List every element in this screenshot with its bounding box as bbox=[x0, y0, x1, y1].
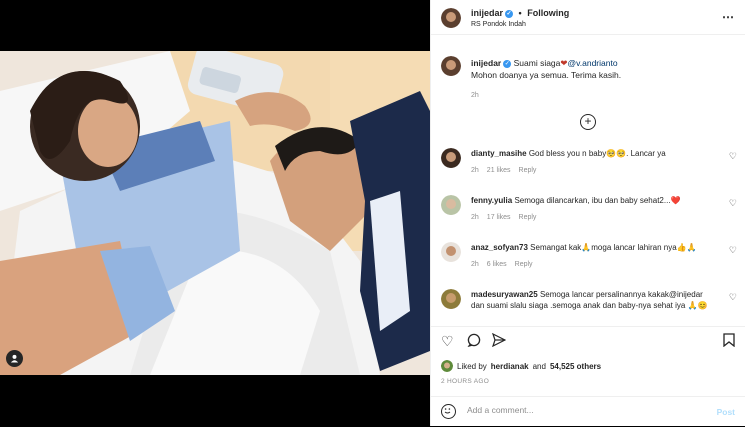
comment-likes[interactable]: 21 likes bbox=[487, 167, 511, 174]
caption-text: inijedar ✓ Suami siaga❤@v.andrianto Mohon… bbox=[471, 51, 745, 102]
post-header: inijedar ✓ • Following RS Pondok Indah ⋯ bbox=[431, 0, 745, 35]
comment-username[interactable]: dianty_masihe bbox=[471, 149, 527, 158]
comment-likes[interactable]: 6 likes bbox=[487, 261, 507, 268]
post-comment-button[interactable]: Post bbox=[717, 407, 735, 417]
post-photo[interactable] bbox=[0, 51, 430, 375]
caption-mention-link[interactable]: @v.andrianto bbox=[568, 58, 618, 68]
commenter-avatar[interactable] bbox=[441, 242, 461, 262]
caption-avatar[interactable] bbox=[441, 56, 461, 76]
author-username[interactable]: inijedar bbox=[471, 8, 503, 18]
post-side-panel: inijedar ✓ • Following RS Pondok Indah ⋯ … bbox=[430, 0, 745, 426]
comment-like-heart-icon[interactable]: ♡ bbox=[729, 292, 737, 303]
post-media bbox=[0, 0, 430, 426]
comment-time[interactable]: 2h bbox=[471, 261, 479, 268]
comment-text: Semangat kak🙏moga lancar lahiran nya👍🙏 bbox=[530, 243, 697, 252]
comment-item: dianty_masihe God bless you n baby🥺🥺. La… bbox=[431, 148, 745, 174]
save-bookmark-icon[interactable] bbox=[723, 333, 735, 350]
comment-item: fenny.yulia Semoga dilancarkan, ibu dan … bbox=[431, 195, 745, 221]
comment-likes[interactable]: 17 likes bbox=[487, 214, 511, 221]
add-comment-bar: Post bbox=[431, 396, 745, 427]
share-paper-plane-icon[interactable] bbox=[491, 332, 507, 350]
comment-bubble-icon[interactable] bbox=[467, 333, 481, 350]
caption-heart-emoji: ❤ bbox=[560, 58, 568, 68]
commenter-avatar[interactable] bbox=[441, 195, 461, 215]
load-more-comments-button[interactable]: + bbox=[580, 114, 596, 130]
post-caption: inijedar ✓ Suami siaga❤@v.andrianto Mohon… bbox=[431, 51, 745, 106]
caption-time[interactable]: 2h bbox=[471, 90, 745, 102]
comment-text: Semoga dilancarkan, ibu dan baby sehat2.… bbox=[514, 196, 681, 205]
post-actions-bar: ♡ bbox=[431, 326, 745, 357]
comment-time[interactable]: 2h bbox=[471, 167, 479, 174]
comment-item: madesuryawan25 Semoga lancar persalinann… bbox=[431, 289, 745, 311]
author-line: inijedar ✓ • Following bbox=[471, 8, 569, 18]
comment-username[interactable]: madesuryawan25 bbox=[471, 290, 538, 299]
likes-prefix: Liked by bbox=[457, 361, 487, 371]
comment-like-heart-icon[interactable]: ♡ bbox=[729, 198, 737, 209]
comment-text: God bless you n baby🥺🥺. Lancar ya bbox=[528, 149, 666, 158]
likes-conj: and bbox=[532, 361, 546, 371]
caption-line2: Mohon doanya ya semua. Terima kasih. bbox=[471, 70, 622, 80]
commenter-avatar[interactable] bbox=[441, 148, 461, 168]
comment-username[interactable]: fenny.yulia bbox=[471, 196, 512, 205]
instagram-post-modal: inijedar ✓ • Following RS Pondok Indah ⋯ … bbox=[0, 0, 745, 426]
emoji-smiley-icon[interactable] bbox=[441, 404, 456, 419]
comment-reply-button[interactable]: Reply bbox=[519, 214, 537, 221]
comment-item: anaz_sofyan73 Semangat kak🙏moga lancar l… bbox=[431, 242, 745, 268]
comment-reply-button[interactable]: Reply bbox=[519, 167, 537, 174]
add-comment-input[interactable] bbox=[465, 404, 699, 416]
post-location[interactable]: RS Pondok Indah bbox=[471, 21, 526, 28]
likes-summary: Liked by herdianak and 54,525 others bbox=[441, 360, 601, 372]
hospital-selfie-image bbox=[0, 51, 430, 375]
comment-time[interactable]: 2h bbox=[471, 214, 479, 221]
liker-avatar[interactable] bbox=[441, 360, 453, 372]
comment-like-heart-icon[interactable]: ♡ bbox=[729, 151, 737, 162]
post-timestamp[interactable]: 2 HOURS AGO bbox=[441, 378, 489, 385]
tagged-user-icon[interactable] bbox=[6, 350, 23, 367]
comment-username[interactable]: anaz_sofyan73 bbox=[471, 243, 528, 252]
verified-badge-icon: ✓ bbox=[505, 9, 514, 18]
comments-list[interactable]: inijedar ✓ Suami siaga❤@v.andrianto Mohon… bbox=[431, 51, 745, 326]
caption-username[interactable]: inijedar bbox=[471, 58, 501, 68]
caption-verified-icon: ✓ bbox=[503, 59, 512, 68]
comment-like-heart-icon[interactable]: ♡ bbox=[729, 245, 737, 256]
following-button[interactable]: Following bbox=[527, 8, 569, 18]
separator-dot: • bbox=[518, 8, 522, 18]
more-options-icon[interactable]: ⋯ bbox=[722, 10, 735, 24]
likes-count[interactable]: 54,525 others bbox=[550, 362, 601, 371]
author-avatar[interactable] bbox=[441, 8, 461, 28]
commenter-avatar[interactable] bbox=[441, 289, 461, 309]
like-heart-icon[interactable]: ♡ bbox=[441, 333, 454, 350]
caption-line1: Suami siaga bbox=[513, 58, 561, 68]
comment-reply-button[interactable]: Reply bbox=[515, 261, 533, 268]
liker-username[interactable]: herdianak bbox=[491, 362, 529, 371]
